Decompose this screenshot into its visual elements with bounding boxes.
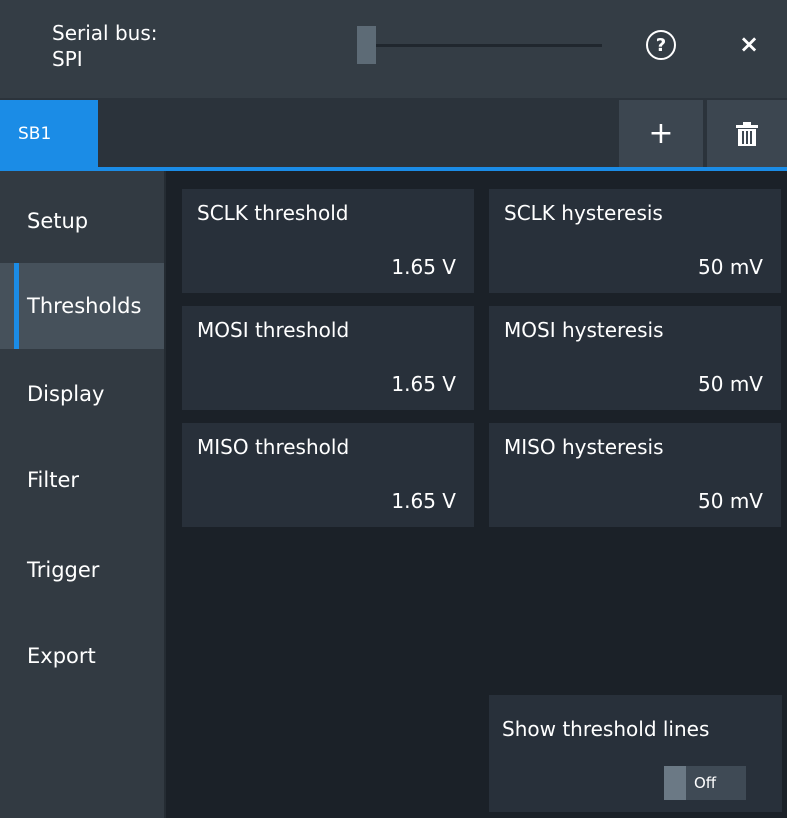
delete-bus-button[interactable] <box>707 100 787 167</box>
sidebar-item-label: Setup <box>27 209 89 233</box>
opacity-slider-track[interactable] <box>374 44 602 47</box>
toggle-state: Off <box>694 774 717 792</box>
sidebar-divider <box>164 171 166 818</box>
tab-sb1[interactable]: SB1 <box>0 100 98 168</box>
window-title-line2: SPI <box>52 47 83 71</box>
field-label: MOSI hysteresis <box>504 318 664 342</box>
field-label: SCLK hysteresis <box>504 201 663 225</box>
sidebar-item-filter[interactable]: Filter <box>0 437 164 523</box>
opacity-slider-handle[interactable] <box>357 26 376 64</box>
mosi-hysteresis-field[interactable]: MOSI hysteresis 50 mV <box>489 306 781 410</box>
show-threshold-lines-toggle[interactable]: Off <box>664 766 746 800</box>
sidebar-item-label: Export <box>27 644 96 668</box>
sidebar-item-export[interactable]: Export <box>0 613 164 699</box>
window-title: Serial bus: SPI <box>52 20 157 72</box>
add-bus-button[interactable]: + <box>619 100 703 167</box>
sidebar-item-display[interactable]: Display <box>0 351 164 437</box>
sidebar-item-label: Display <box>27 382 105 406</box>
tab-sb1-label: SB1 <box>18 124 52 144</box>
sidebar-item-trigger[interactable]: Trigger <box>0 527 164 613</box>
sidebar-item-label: Filter <box>27 468 80 492</box>
field-label: MOSI threshold <box>197 318 350 342</box>
plus-icon: + <box>648 116 674 151</box>
field-value: 1.65 V <box>391 372 456 396</box>
miso-threshold-field[interactable]: MISO threshold 1.65 V <box>182 423 474 527</box>
field-label: MISO hysteresis <box>504 435 664 459</box>
sidebar-item-label: Trigger <box>27 558 100 582</box>
show-threshold-lines-panel: Show threshold lines Off <box>489 695 782 812</box>
field-value: 50 mV <box>698 489 763 513</box>
toggle-knob[interactable] <box>664 766 686 800</box>
miso-hysteresis-field[interactable]: MISO hysteresis 50 mV <box>489 423 781 527</box>
field-value: 50 mV <box>698 255 763 279</box>
sidebar-item-setup[interactable]: Setup <box>0 178 164 264</box>
window-title-line1: Serial bus: <box>52 21 158 45</box>
field-label: MISO threshold <box>197 435 350 459</box>
sclk-threshold-field[interactable]: SCLK threshold 1.65 V <box>182 189 474 293</box>
sidebar-item-thresholds[interactable]: Thresholds <box>0 263 164 349</box>
trash-icon <box>736 121 758 146</box>
field-label: SCLK threshold <box>197 201 349 225</box>
field-value: 1.65 V <box>391 489 456 513</box>
field-value: 1.65 V <box>391 255 456 279</box>
close-icon[interactable]: × <box>736 28 762 60</box>
sclk-hysteresis-field[interactable]: SCLK hysteresis 50 mV <box>489 189 781 293</box>
sidebar-item-label: Thresholds <box>27 294 142 318</box>
field-value: 50 mV <box>698 372 763 396</box>
help-icon[interactable]: ? <box>646 30 676 60</box>
mosi-threshold-field[interactable]: MOSI threshold 1.65 V <box>182 306 474 410</box>
show-threshold-lines-label: Show threshold lines <box>502 717 710 741</box>
